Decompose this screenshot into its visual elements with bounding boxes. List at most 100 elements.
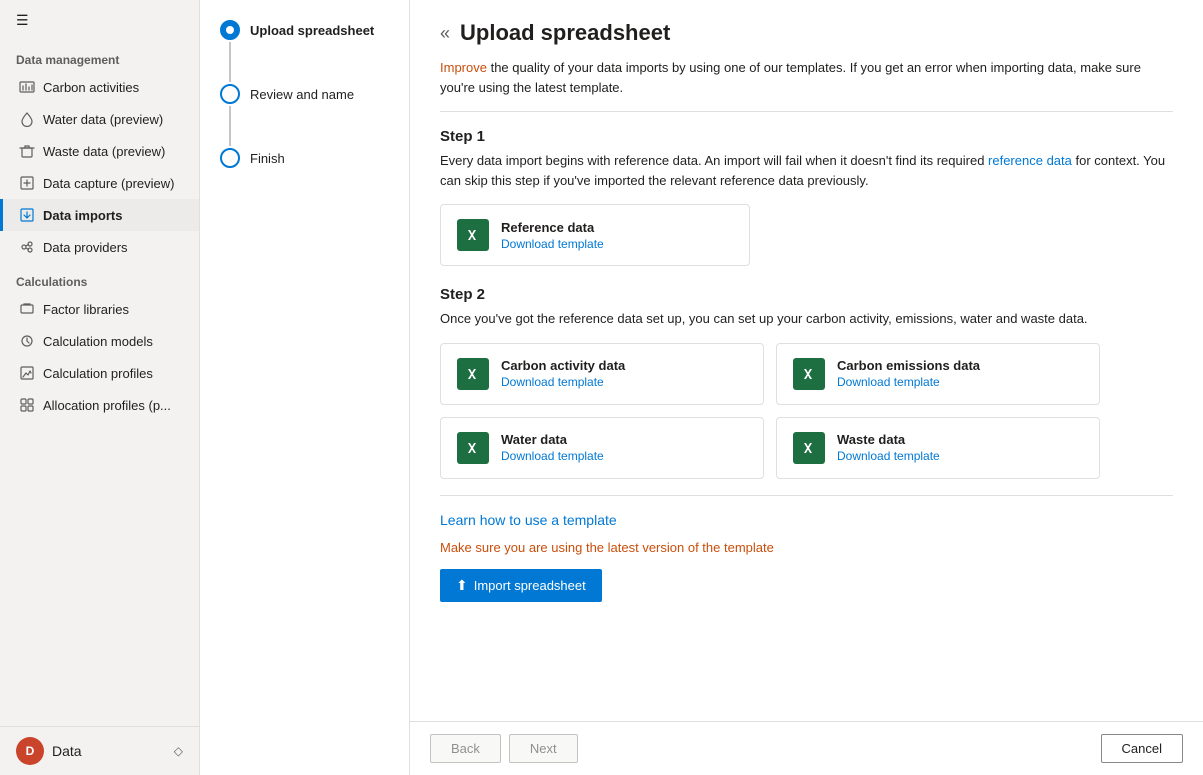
sidebar-item-label: Factor libraries bbox=[43, 302, 129, 317]
step1-desc-start: Every data import begins with reference … bbox=[440, 153, 988, 168]
warning-text: Make sure you are using the latest versi… bbox=[440, 540, 1173, 555]
carbon-emissions-download-link[interactable]: Download template bbox=[837, 375, 980, 389]
sidebar-item-label: Waste data (preview) bbox=[43, 144, 165, 159]
footer: Back Next Cancel bbox=[410, 721, 1203, 775]
import-btn-label: Import spreadsheet bbox=[474, 578, 586, 593]
sidebar-item-calculation-models[interactable]: Calculation models bbox=[0, 325, 199, 357]
wizard-step-3-col bbox=[220, 148, 240, 168]
sidebar-item-label: Allocation profiles (p... bbox=[43, 398, 171, 413]
carbon-activity-card[interactable]: Carbon activity data Download template bbox=[440, 343, 764, 405]
wizard-circle-2 bbox=[220, 84, 240, 104]
wizard-step-2-col bbox=[220, 84, 240, 148]
excel-icon-waste bbox=[793, 432, 825, 464]
water-data-card[interactable]: Water data Download template bbox=[440, 417, 764, 479]
sidebar-item-factor-libraries[interactable]: Factor libraries bbox=[0, 293, 199, 325]
carbon-activities-icon bbox=[19, 79, 35, 95]
sidebar-item-data-imports[interactable]: Data imports bbox=[0, 199, 199, 231]
water-data-title: Water data bbox=[501, 432, 604, 447]
next-button[interactable]: Next bbox=[509, 734, 578, 763]
carbon-activity-download-link[interactable]: Download template bbox=[501, 375, 625, 389]
carbon-emissions-card[interactable]: Carbon emissions data Download template bbox=[776, 343, 1100, 405]
step1-desc-link[interactable]: reference data bbox=[988, 153, 1072, 168]
sidebar-item-allocation-profiles[interactable]: Allocation profiles (p... bbox=[0, 389, 199, 421]
wizard-step-label-2: Review and name bbox=[250, 85, 354, 102]
wizard-step-label-3: Finish bbox=[250, 149, 285, 166]
back-button[interactable]: Back bbox=[430, 734, 501, 763]
avatar: D bbox=[16, 737, 44, 765]
divider bbox=[440, 495, 1173, 496]
info-banner: Improve the quality of your data imports… bbox=[440, 58, 1173, 112]
data-imports-icon bbox=[19, 207, 35, 223]
carbon-emissions-title: Carbon emissions data bbox=[837, 358, 980, 373]
excel-icon-reference bbox=[457, 219, 489, 251]
calculations-section: Calculations bbox=[0, 263, 199, 293]
carbon-emissions-card-text: Carbon emissions data Download template bbox=[837, 358, 980, 389]
content-area: « Upload spreadsheet Improve the quality… bbox=[410, 0, 1203, 721]
reference-data-card-text: Reference data Download template bbox=[501, 220, 604, 251]
chevron-icon: ◇ bbox=[174, 744, 183, 758]
upload-icon: ⬆ bbox=[456, 577, 468, 594]
sidebar-bottom[interactable]: D Data ◇ bbox=[0, 726, 199, 775]
back-chevron-icon[interactable]: « bbox=[440, 23, 450, 44]
wizard-panel: Upload spreadsheet Review and name Finis… bbox=[200, 0, 410, 775]
water-data-download-link[interactable]: Download template bbox=[501, 449, 604, 463]
sidebar-item-data-providers[interactable]: Data providers bbox=[0, 231, 199, 263]
data-providers-icon bbox=[19, 239, 35, 255]
waste-data-download-link[interactable]: Download template bbox=[837, 449, 940, 463]
footer-left: Back Next bbox=[430, 734, 578, 763]
hamburger-menu[interactable]: ☰ bbox=[0, 0, 199, 41]
data-capture-icon bbox=[19, 175, 35, 191]
step1-section: Step 1 Every data import begins with ref… bbox=[440, 128, 1173, 266]
excel-icon-carbon-emissions bbox=[793, 358, 825, 390]
import-spreadsheet-button[interactable]: ⬆ Import spreadsheet bbox=[440, 569, 602, 602]
sidebar-item-waste-data[interactable]: Waste data (preview) bbox=[0, 135, 199, 167]
sidebar-item-label: Data capture (preview) bbox=[43, 176, 175, 191]
reference-data-download-link[interactable]: Download template bbox=[501, 237, 604, 251]
sidebar-item-label: Water data (preview) bbox=[43, 112, 163, 127]
user-label: Data bbox=[52, 743, 82, 759]
reference-data-title: Reference data bbox=[501, 220, 604, 235]
sidebar-item-label: Calculation models bbox=[43, 334, 153, 349]
wizard-circle-1 bbox=[220, 20, 240, 40]
info-text: the quality of your data imports by usin… bbox=[440, 60, 1141, 95]
allocation-profiles-icon bbox=[19, 397, 35, 413]
data-management-section: Data management bbox=[0, 41, 199, 71]
calculation-models-icon bbox=[19, 333, 35, 349]
waste-data-card-text: Waste data Download template bbox=[837, 432, 940, 463]
wizard-circle-3 bbox=[220, 148, 240, 168]
step2-description: Once you've got the reference data set u… bbox=[440, 309, 1173, 329]
step2-heading: Step 2 bbox=[440, 286, 1173, 303]
cancel-button[interactable]: Cancel bbox=[1101, 734, 1183, 763]
page-title: Upload spreadsheet bbox=[460, 20, 670, 46]
calculation-profiles-icon bbox=[19, 365, 35, 381]
waste-data-card[interactable]: Waste data Download template bbox=[776, 417, 1100, 479]
step1-description: Every data import begins with reference … bbox=[440, 151, 1173, 190]
reference-data-card[interactable]: Reference data Download template bbox=[440, 204, 750, 266]
excel-icon-water bbox=[457, 432, 489, 464]
page-header: « Upload spreadsheet bbox=[440, 20, 1173, 46]
sidebar-item-carbon-activities[interactable]: Carbon activities bbox=[0, 71, 199, 103]
info-highlight: Improve bbox=[440, 60, 487, 75]
carbon-activity-title: Carbon activity data bbox=[501, 358, 625, 373]
sidebar-item-calculation-profiles[interactable]: Calculation profiles bbox=[0, 357, 199, 389]
sidebar-item-data-capture[interactable]: Data capture (preview) bbox=[0, 167, 199, 199]
step2-cards-grid: Carbon activity data Download template C… bbox=[440, 343, 1100, 479]
learn-link[interactable]: Learn how to use a template bbox=[440, 512, 617, 528]
step2-section: Step 2 Once you've got the reference dat… bbox=[440, 286, 1173, 479]
excel-icon-carbon-activity bbox=[457, 358, 489, 390]
sidebar-item-water-data[interactable]: Water data (preview) bbox=[0, 103, 199, 135]
wizard-step-label-1: Upload spreadsheet bbox=[250, 21, 374, 38]
wizard-line-1 bbox=[229, 42, 231, 82]
sidebar: ☰ Data management Carbon activities Wate… bbox=[0, 0, 200, 775]
sidebar-item-label: Data providers bbox=[43, 240, 128, 255]
waste-icon bbox=[19, 143, 35, 159]
sidebar-item-label: Calculation profiles bbox=[43, 366, 153, 381]
water-data-card-text: Water data Download template bbox=[501, 432, 604, 463]
main-content: « Upload spreadsheet Improve the quality… bbox=[410, 0, 1203, 775]
wizard-line-2 bbox=[229, 106, 231, 146]
wizard-step-1-col bbox=[220, 20, 240, 84]
water-icon bbox=[19, 111, 35, 127]
carbon-activity-card-text: Carbon activity data Download template bbox=[501, 358, 625, 389]
step1-heading: Step 1 bbox=[440, 128, 1173, 145]
sidebar-item-label: Data imports bbox=[43, 208, 122, 223]
